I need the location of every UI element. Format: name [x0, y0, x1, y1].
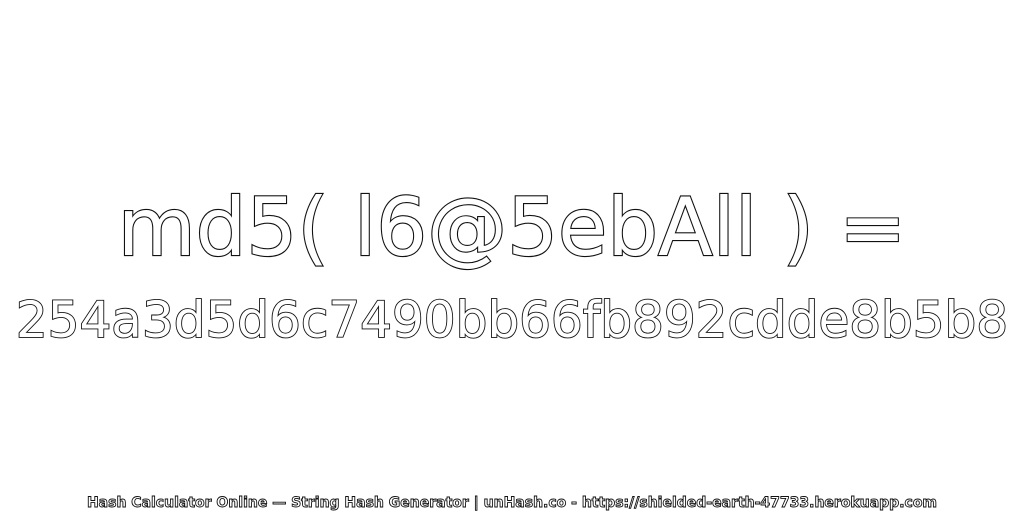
hash-result: 254a3d5d6c7490bb66fb892cdde8b5b8 [15, 290, 1009, 350]
footer-credit: Hash Calculator Online — String Hash Gen… [86, 495, 938, 512]
hash-banner: md5( l6@5ebAll ) = 254a3d5d6c7490bb66fb8… [0, 0, 1024, 512]
hash-expression: md5( l6@5ebAll ) = [117, 180, 908, 275]
